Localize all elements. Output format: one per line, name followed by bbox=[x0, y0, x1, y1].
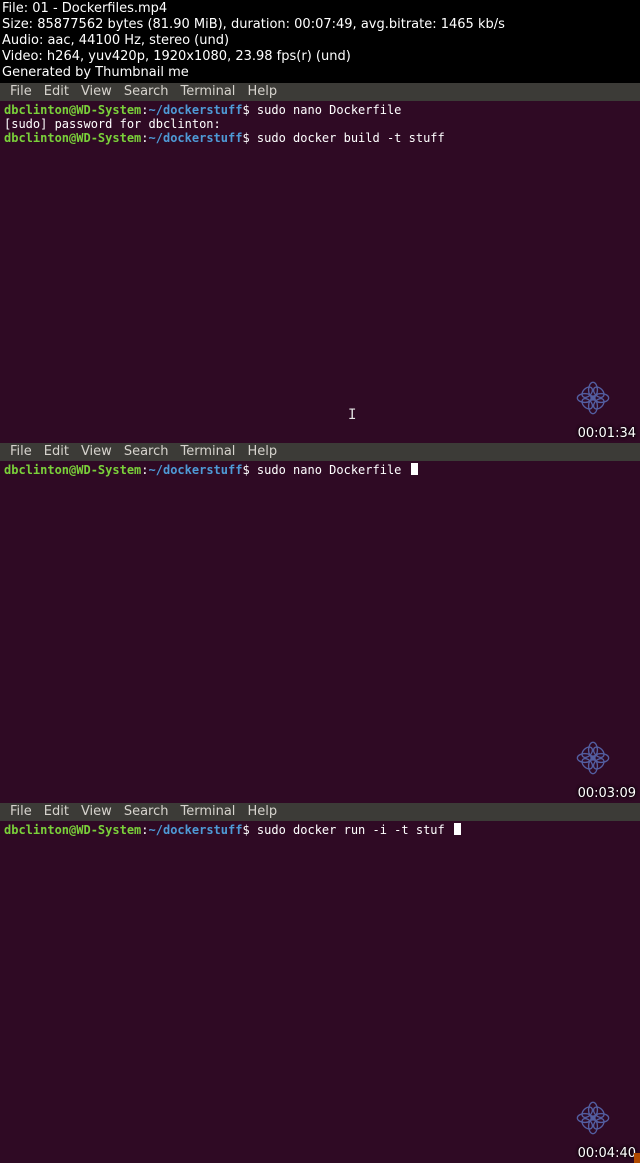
video-line: Video: h264, yuv420p, 1920x1080, 23.98 f… bbox=[2, 49, 638, 65]
watermark-flower-icon bbox=[576, 741, 610, 775]
frame-timestamp: 00:03:09 bbox=[578, 786, 636, 801]
menu-help[interactable]: Help bbox=[241, 443, 283, 461]
menu-help[interactable]: Help bbox=[241, 83, 283, 101]
terminal-line: dbclinton@WD-System:~/dockerstuff$ sudo … bbox=[4, 131, 636, 145]
menu-search[interactable]: Search bbox=[118, 83, 175, 101]
menu-view[interactable]: View bbox=[75, 83, 118, 101]
mouse-text-cursor-icon: I bbox=[348, 407, 356, 423]
terminal-body[interactable]: dbclinton@WD-System:~/dockerstuff$ sudo … bbox=[0, 461, 640, 479]
file-line: File: 01 - Dockerfiles.mp4 bbox=[2, 1, 638, 17]
thumbnail-grid: File Edit View Search Terminal Help dbcl… bbox=[0, 83, 640, 1163]
menu-terminal[interactable]: Terminal bbox=[174, 443, 241, 461]
menu-view[interactable]: View bbox=[75, 443, 118, 461]
audio-line: Audio: aac, 44100 Hz, stereo (und) bbox=[2, 33, 638, 49]
menu-file[interactable]: File bbox=[4, 803, 38, 821]
thumbnail-frame: File Edit View Search Terminal Help dbcl… bbox=[0, 83, 640, 443]
watermark-flower-icon bbox=[576, 381, 610, 415]
scrollbar-down-arrow-icon[interactable] bbox=[634, 1153, 640, 1163]
menu-edit[interactable]: Edit bbox=[38, 443, 75, 461]
frame-timestamp: 00:01:34 bbox=[578, 426, 636, 441]
terminal-line: [sudo] password for dbclinton: bbox=[4, 117, 636, 131]
menu-terminal[interactable]: Terminal bbox=[174, 83, 241, 101]
terminal-body[interactable]: dbclinton@WD-System:~/dockerstuff$ sudo … bbox=[0, 101, 640, 147]
menu-terminal[interactable]: Terminal bbox=[174, 803, 241, 821]
generated-line: Generated by Thumbnail me bbox=[2, 65, 638, 81]
file-info-header: File: 01 - Dockerfiles.mp4 Size: 8587756… bbox=[0, 0, 640, 83]
scrollbar-track[interactable] bbox=[634, 82, 640, 1163]
terminal-line: dbclinton@WD-System:~/dockerstuff$ sudo … bbox=[4, 823, 636, 837]
terminal-menubar: File Edit View Search Terminal Help bbox=[0, 83, 640, 101]
terminal-cursor-icon bbox=[454, 823, 461, 835]
frame-timestamp: 00:04:40 bbox=[578, 1146, 636, 1161]
menu-search[interactable]: Search bbox=[118, 443, 175, 461]
terminal-line: dbclinton@WD-System:~/dockerstuff$ sudo … bbox=[4, 463, 636, 477]
menu-view[interactable]: View bbox=[75, 803, 118, 821]
size-line: Size: 85877562 bytes (81.90 MiB), durati… bbox=[2, 17, 638, 33]
vertical-scrollbar[interactable] bbox=[634, 82, 640, 1163]
terminal-menubar: File Edit View Search Terminal Help bbox=[0, 803, 640, 821]
menu-edit[interactable]: Edit bbox=[38, 803, 75, 821]
terminal-cursor-icon bbox=[411, 463, 418, 475]
menu-edit[interactable]: Edit bbox=[38, 83, 75, 101]
terminal-line: dbclinton@WD-System:~/dockerstuff$ sudo … bbox=[4, 103, 636, 117]
terminal-body[interactable]: dbclinton@WD-System:~/dockerstuff$ sudo … bbox=[0, 821, 640, 839]
menu-file[interactable]: File bbox=[4, 83, 38, 101]
menu-help[interactable]: Help bbox=[241, 803, 283, 821]
thumbnail-frame: File Edit View Search Terminal Help dbcl… bbox=[0, 443, 640, 803]
terminal-menubar: File Edit View Search Terminal Help bbox=[0, 443, 640, 461]
menu-search[interactable]: Search bbox=[118, 803, 175, 821]
menu-file[interactable]: File bbox=[4, 443, 38, 461]
watermark-flower-icon bbox=[576, 1101, 610, 1135]
thumbnail-frame: File Edit View Search Terminal Help dbcl… bbox=[0, 803, 640, 1163]
